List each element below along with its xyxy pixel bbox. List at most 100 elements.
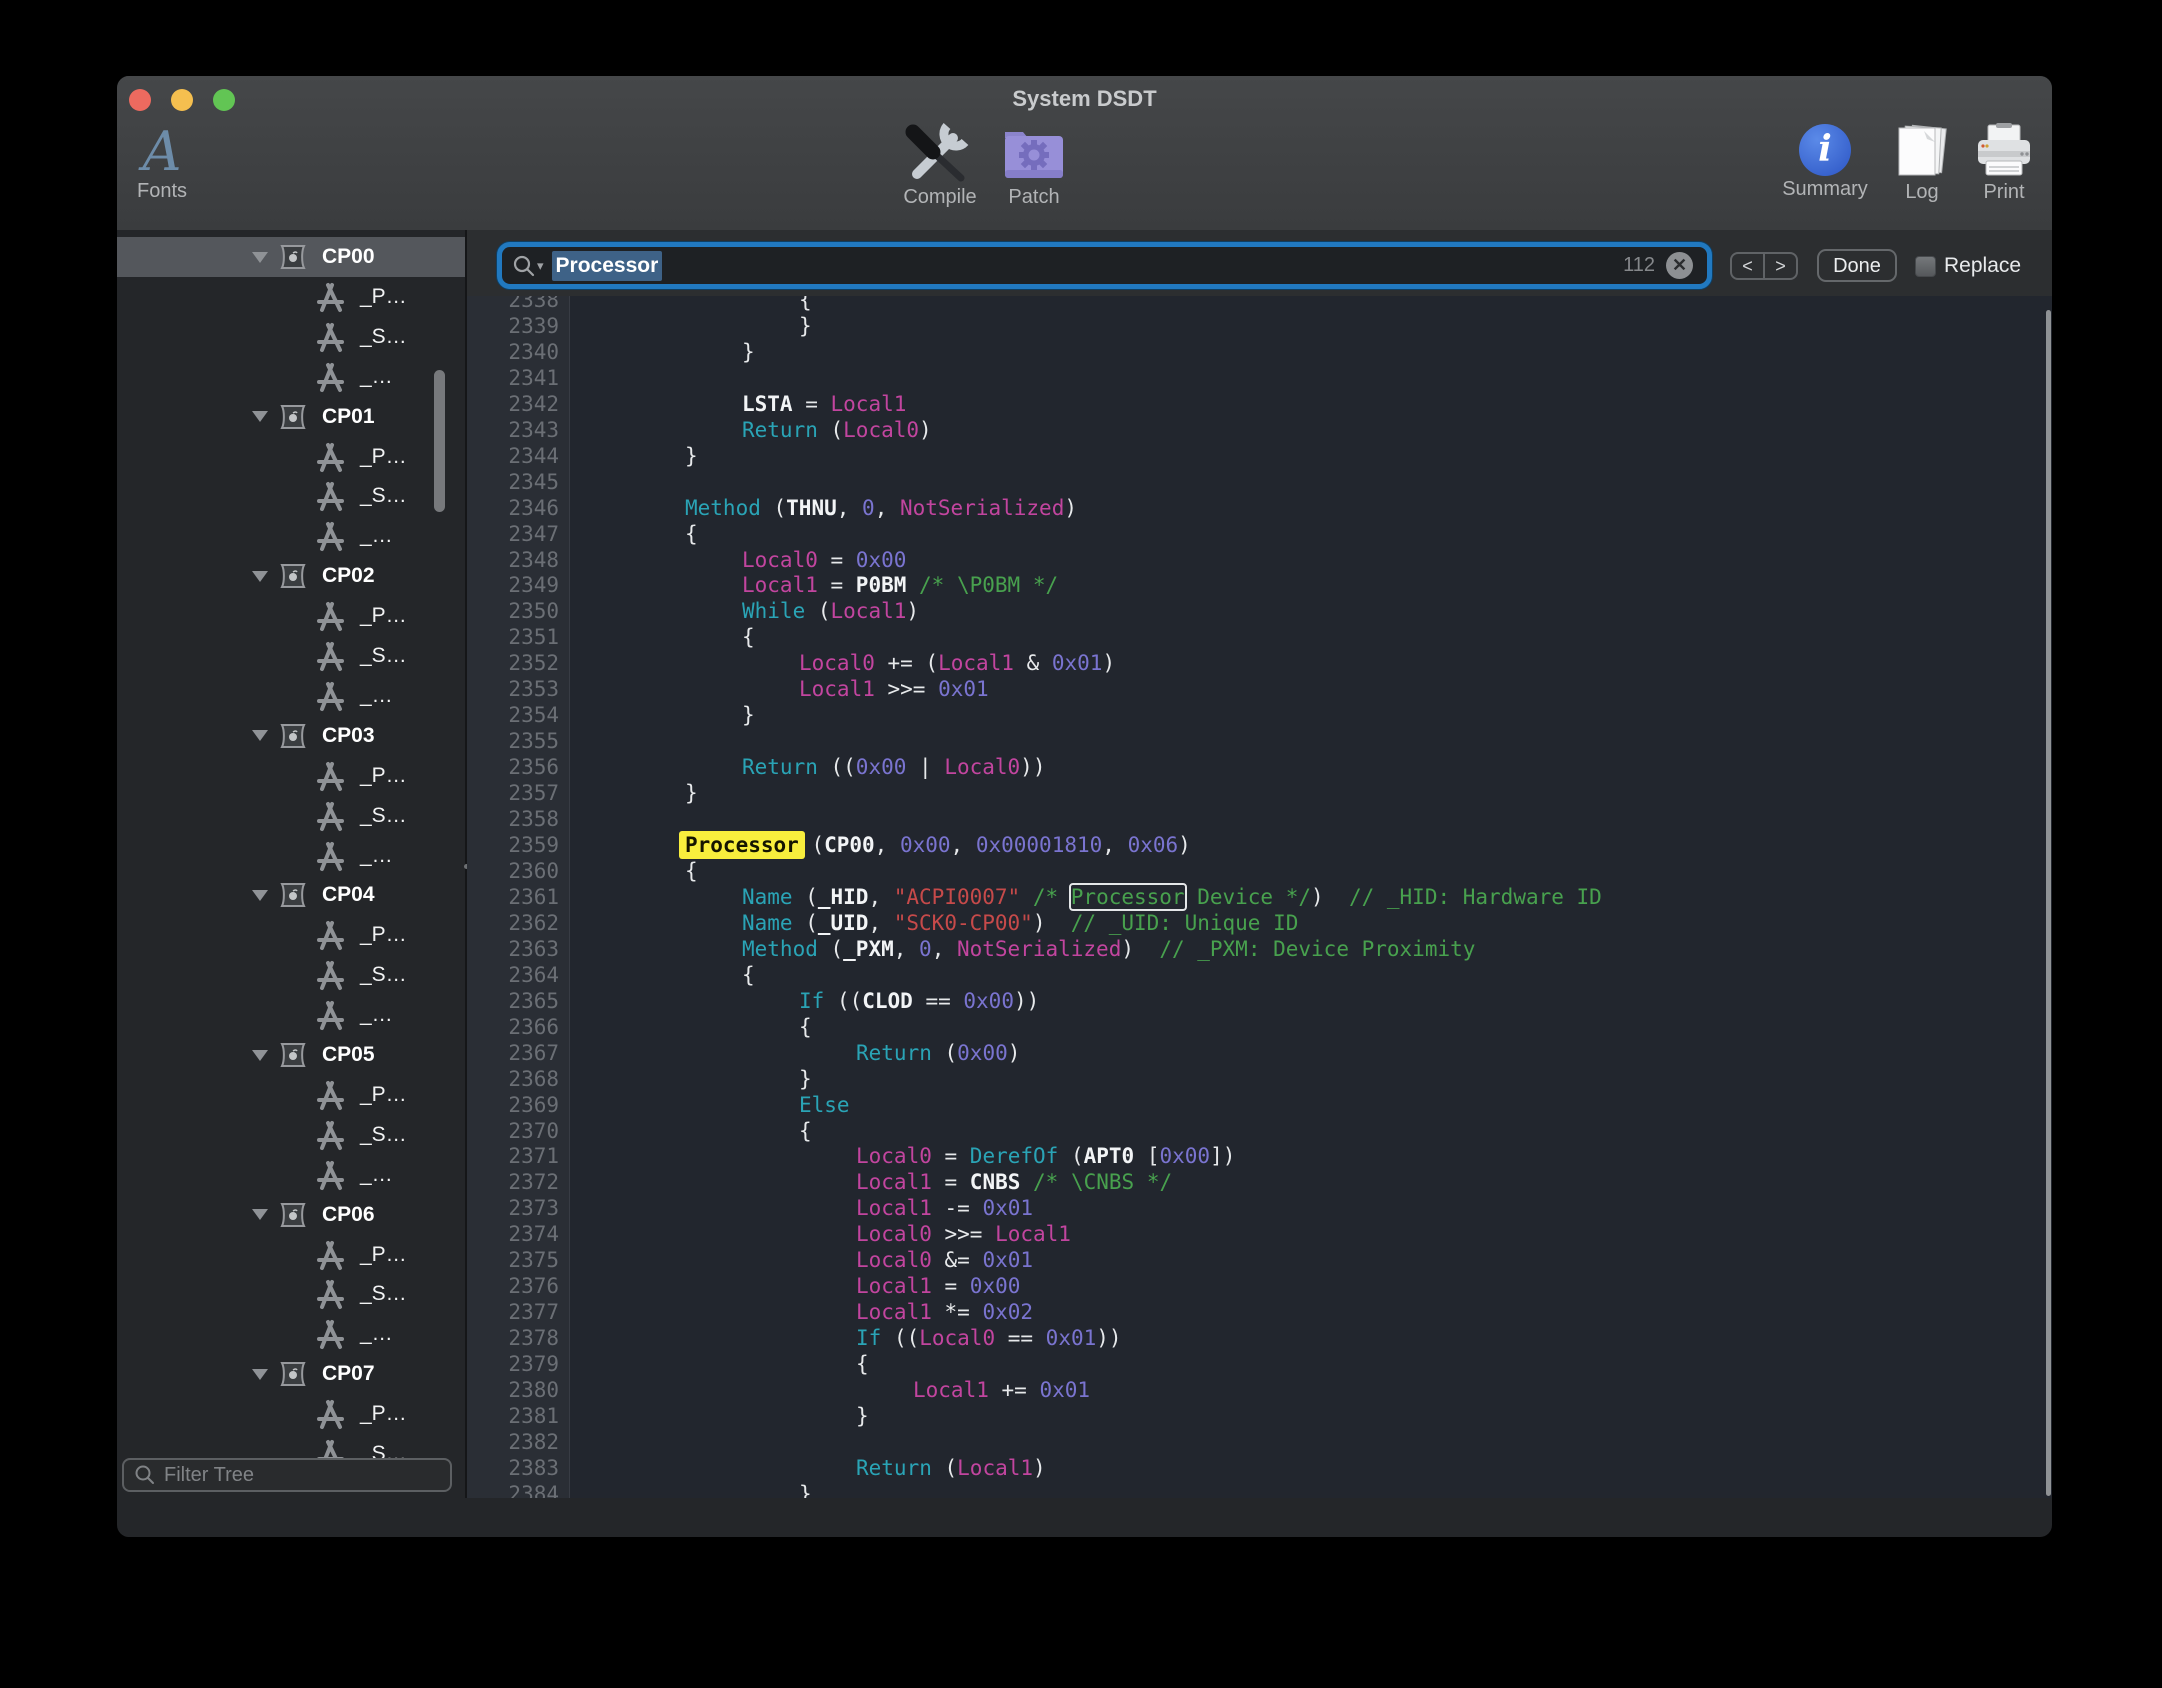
find-previous-button[interactable]: < <box>1732 254 1765 278</box>
tree-node-cp00[interactable]: CP00 <box>117 237 465 277</box>
fonts-icon: A <box>127 126 197 178</box>
code-line: 2362Name (_UID, "SCK0-CP00") // _UID: Un… <box>467 911 2052 937</box>
asl-object-icon <box>314 1119 346 1151</box>
line-number: 2339 <box>467 314 569 340</box>
code-line: 2359Processor (CP00, 0x00, 0x00001810, 0… <box>467 833 2052 859</box>
scope-icon <box>278 563 308 589</box>
code-text: Local0 = 0x00 <box>569 548 906 574</box>
code-editor[interactable]: 2338{2339}2340}23412342LSTA = Local12343… <box>467 296 2052 1498</box>
tree-leaf-cp07-0[interactable]: _P… <box>117 1394 465 1434</box>
tree-node-cp01[interactable]: CP01 <box>117 397 465 437</box>
find-next-button[interactable]: > <box>1765 254 1796 278</box>
tree-node-cp02[interactable]: CP02 <box>117 556 465 596</box>
tree-leaf-label: _S… <box>360 1442 407 1458</box>
code-text: Processor (CP00, 0x00, 0x00001810, 0x06) <box>569 833 1191 859</box>
tree-leaf-cp05-1[interactable]: _S… <box>117 1115 465 1155</box>
disclosure-triangle-icon[interactable] <box>252 571 268 582</box>
tree-leaf-cp00-1[interactable]: _S… <box>117 317 465 357</box>
tree-node-label: CP05 <box>322 1043 375 1067</box>
match-count: 112 <box>1623 254 1655 277</box>
tree-leaf-cp03-1[interactable]: _S… <box>117 796 465 836</box>
sidebar: CP00_P…_S…_…CP01_P…_S…_…CP02_P…_S…_…CP03… <box>117 230 465 1498</box>
fonts-button[interactable]: A Fonts <box>127 126 197 203</box>
code-line: 2341 <box>467 366 2052 392</box>
editor-scrollbar[interactable] <box>2046 310 2051 1496</box>
summary-button[interactable]: i Summary <box>1780 124 1870 201</box>
disclosure-triangle-icon[interactable] <box>252 252 268 263</box>
disclosure-triangle-icon[interactable] <box>252 411 268 422</box>
asl-object-icon <box>314 281 346 313</box>
tree-leaf-cp06-2[interactable]: _… <box>117 1314 465 1354</box>
compile-button[interactable]: Compile <box>900 122 980 209</box>
code-line: 2382 <box>467 1430 2052 1456</box>
line-number: 2358 <box>467 807 569 833</box>
disclosure-triangle-icon[interactable] <box>252 730 268 741</box>
line-number: 2362 <box>467 911 569 937</box>
compile-icon <box>900 122 980 184</box>
line-number: 2341 <box>467 366 569 392</box>
tree-leaf-cp07-1[interactable]: _S… <box>117 1434 465 1458</box>
tree-leaf-cp06-1[interactable]: _S… <box>117 1274 465 1314</box>
tree-leaf-cp00-2[interactable]: _… <box>117 357 465 397</box>
asl-object-icon <box>314 1278 346 1310</box>
tree-leaf-label: _S… <box>360 325 407 349</box>
disclosure-triangle-icon[interactable] <box>252 890 268 901</box>
tree-leaf-label: _… <box>360 524 393 548</box>
tree-leaf-cp04-1[interactable]: _S… <box>117 955 465 995</box>
asl-object-icon <box>314 1318 346 1350</box>
line-number: 2366 <box>467 1015 569 1041</box>
tree-leaf-cp02-2[interactable]: _… <box>117 676 465 716</box>
tree-leaf-label: _P… <box>360 1402 407 1426</box>
fonts-label: Fonts <box>127 180 197 203</box>
tree-node-cp04[interactable]: CP04 <box>117 875 465 915</box>
line-number: 2338 <box>467 296 569 314</box>
code-line: 2345 <box>467 470 2052 496</box>
filter-tree-input[interactable]: Filter Tree <box>122 1458 452 1492</box>
tree-leaf-cp00-0[interactable]: _P… <box>117 277 465 317</box>
done-button[interactable]: Done <box>1817 249 1897 282</box>
code-text: Local1 = CNBS /* \CNBS */ <box>569 1170 1172 1196</box>
disclosure-triangle-icon[interactable] <box>252 1369 268 1380</box>
asl-object-icon <box>314 959 346 991</box>
tree-leaf-label: _… <box>360 1322 393 1346</box>
tree-leaf-cp03-2[interactable]: _… <box>117 836 465 876</box>
line-number: 2375 <box>467 1248 569 1274</box>
tree-leaf-cp02-0[interactable]: _P… <box>117 596 465 636</box>
tree-leaf-cp01-0[interactable]: _P… <box>117 437 465 477</box>
tree-leaf-cp05-0[interactable]: _P… <box>117 1075 465 1115</box>
log-button[interactable]: Log <box>1892 123 1952 204</box>
tree-leaf-cp01-1[interactable]: _S… <box>117 476 465 516</box>
disclosure-triangle-icon[interactable] <box>252 1209 268 1220</box>
sidebar-scrollbar[interactable] <box>434 370 445 512</box>
search-input[interactable]: ▾ Processor 112 ✕ <box>497 242 1712 289</box>
tree-leaf-label: _S… <box>360 963 407 987</box>
clear-search-icon[interactable]: ✕ <box>1666 252 1693 279</box>
tree-leaf-cp06-0[interactable]: _P… <box>117 1235 465 1275</box>
code-line: 2357} <box>467 781 2052 807</box>
code-text: { <box>569 1015 812 1041</box>
line-number: 2373 <box>467 1196 569 1222</box>
asl-object-icon <box>314 480 346 512</box>
code-text: { <box>569 522 698 548</box>
line-number: 2381 <box>467 1404 569 1430</box>
tree-leaf-cp04-0[interactable]: _P… <box>117 915 465 955</box>
asl-object-icon <box>314 321 346 353</box>
tree-leaf-cp02-1[interactable]: _S… <box>117 636 465 676</box>
search-scope-chevron-icon[interactable]: ▾ <box>537 258 544 274</box>
tree-leaf-cp05-2[interactable]: _… <box>117 1155 465 1195</box>
tree-node-cp03[interactable]: CP03 <box>117 716 465 756</box>
replace-checkbox[interactable] <box>1915 256 1936 277</box>
tree-node-cp05[interactable]: CP05 <box>117 1035 465 1075</box>
tree-leaf-cp03-0[interactable]: _P… <box>117 756 465 796</box>
code-text: { <box>569 296 812 314</box>
tree-node-label: CP01 <box>322 405 375 429</box>
tree-leaf-cp04-2[interactable]: _… <box>117 995 465 1035</box>
tree-leaf-cp01-2[interactable]: _… <box>117 516 465 556</box>
print-button[interactable]: Print <box>1972 123 2036 204</box>
code-line: 2370{ <box>467 1119 2052 1145</box>
tree-node-cp07[interactable]: CP07 <box>117 1354 465 1394</box>
desktop: System DSDT A Fonts Compile <box>0 0 2162 1688</box>
patch-button[interactable]: Patch <box>994 122 1074 209</box>
tree-node-cp06[interactable]: CP06 <box>117 1195 465 1235</box>
disclosure-triangle-icon[interactable] <box>252 1050 268 1061</box>
